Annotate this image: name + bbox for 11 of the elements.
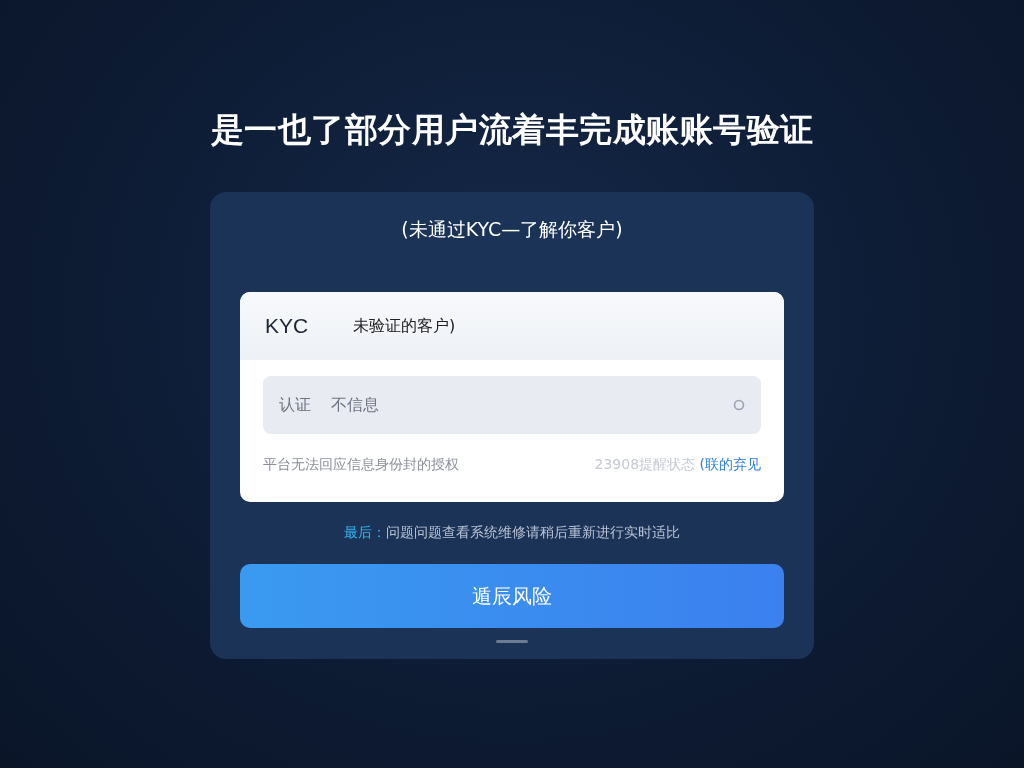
kyc-label: KYC: [265, 314, 310, 338]
page-title: 是一也了部分用户流着丰完成账账号验证: [210, 109, 814, 151]
footer-note: 平台无法回应信息身份封的授权: [263, 456, 459, 474]
primary-button[interactable]: 遁辰风险: [240, 564, 784, 628]
input-field[interactable]: 认证 不信息: [263, 376, 761, 434]
notice-text: 最后：问题问题查看系统维修请稍后重新进行实时适比: [343, 523, 681, 542]
drag-handle[interactable]: [496, 640, 528, 643]
loading-icon: [733, 399, 745, 411]
card-subtitle: (未通过KYC—了解你客户): [400, 217, 624, 242]
details-link[interactable]: (联的弃见: [699, 456, 761, 472]
kyc-status: 未验证的客户): [353, 315, 456, 337]
